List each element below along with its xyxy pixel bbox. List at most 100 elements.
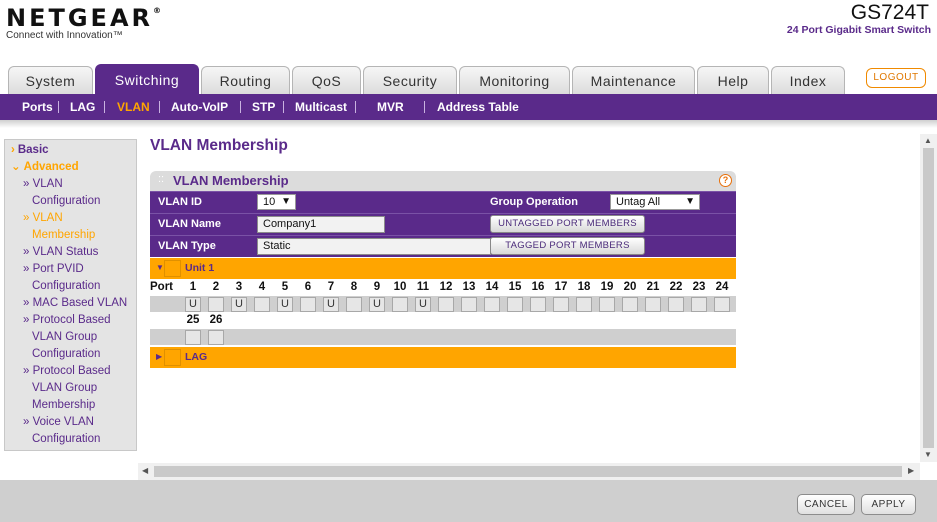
port-membership-cell[interactable]: U [231,297,247,312]
unit-1-bar[interactable]: ▼ Unit 1 [150,258,736,279]
port-membership-cell[interactable] [553,297,569,312]
tab-maintenance[interactable]: Maintenance [572,66,695,94]
menu-protocol-vlan-group-config[interactable]: » Protocol Based [5,312,138,329]
untagged-port-members-button[interactable]: UNTAGGED PORT MEMBERS [490,215,645,233]
tab-monitoring[interactable]: Monitoring [459,66,570,94]
port-membership-cell[interactable] [530,297,546,312]
help-icon[interactable]: ? [719,174,732,187]
subnav-ports[interactable]: Ports [22,94,53,120]
model-name: GS724T [850,1,929,24]
port-membership-cell[interactable] [691,297,707,312]
lag-checkbox[interactable] [164,349,181,366]
port-membership-cell[interactable] [484,297,500,312]
port-membership-cell[interactable] [714,297,730,312]
port-membership-cell[interactable] [392,297,408,312]
horizontal-scroll-thumb[interactable] [154,466,902,477]
port-number-label: 12 [439,281,453,293]
menu-protocol-vlan-group-config-line3[interactable]: Configuration [5,346,138,363]
menu-advanced[interactable]: ⌄ Advanced [5,159,138,176]
tab-security[interactable]: Security [363,66,457,94]
subnav-stp[interactable]: STP [252,94,275,120]
menu-vlan-status[interactable]: » VLAN Status [5,244,138,261]
vlan-name-input[interactable]: Company1 [257,216,385,233]
port-membership-cell[interactable] [254,297,270,312]
subnav-auto-voip[interactable]: Auto-VoIP [171,94,228,120]
menu-protocol-vlan-group-config-line2[interactable]: VLAN Group [5,329,138,346]
vertical-scrollbar[interactable]: ▲ ▼ [920,134,937,462]
port-membership-cell[interactable] [208,330,224,345]
port-membership-cell[interactable]: U [323,297,339,312]
port-number-label: 6 [304,281,312,293]
menu-vlan-configuration[interactable]: » VLAN [5,176,138,193]
menu-protocol-vlan-group-membership[interactable]: » Protocol Based [5,363,138,380]
port-membership-cell[interactable] [346,297,362,312]
tab-index[interactable]: Index [771,66,845,94]
tab-system[interactable]: System [8,66,93,94]
menu-voice-vlan-configuration[interactable]: » Voice VLAN [5,414,138,431]
scroll-down-icon[interactable]: ▼ [924,450,932,459]
port-membership-cell[interactable] [300,297,316,312]
group-operation-label: Group Operation [490,196,578,208]
chevron-right-icon: › [11,144,15,156]
port-membership-cell[interactable] [208,297,224,312]
vlan-id-row: VLAN ID 10 ▼ Group Operation Untag All ▼ [150,191,736,213]
subnav-shadow [0,120,937,128]
port-membership-cell[interactable]: U [185,297,201,312]
port-membership-cell[interactable]: U [369,297,385,312]
port-number-label: 16 [531,281,545,293]
menu-mac-based-vlan[interactable]: » MAC Based VLAN [5,295,138,312]
port-membership-cell[interactable] [438,297,454,312]
expand-arrow-icon: ▼ [156,263,164,272]
tagged-port-members-button[interactable]: TAGGED PORT MEMBERS [490,237,645,255]
subnav-lag[interactable]: LAG [70,94,95,120]
header: NETGEAR® Connect with Innovation™ GS724T… [0,0,937,62]
tab-help[interactable]: Help [697,66,769,94]
panel-title: VLAN Membership [173,173,289,188]
menu-vlan-configuration-line2[interactable]: Configuration [5,193,138,210]
port-number-label: 26 [209,314,223,326]
menu-port-pvid-configuration-line2[interactable]: Configuration [5,278,138,295]
unit-checkbox[interactable] [164,260,181,277]
horizontal-scrollbar[interactable]: ◀ ▶ [138,463,920,480]
port-number-label: 21 [646,281,660,293]
vlan-id-select[interactable]: 10 ▼ [257,194,296,210]
port-number-label: 24 [715,281,729,293]
menu-voice-vlan-configuration-line2[interactable]: Configuration [5,431,138,448]
scroll-right-icon[interactable]: ▶ [908,466,914,475]
lag-bar[interactable]: ▶ LAG [150,347,736,368]
port-membership-cell[interactable] [576,297,592,312]
vertical-scroll-thumb[interactable] [923,148,934,448]
port-membership-cell[interactable] [185,330,201,345]
subnav-mvr[interactable]: MVR [377,94,404,120]
scroll-up-icon[interactable]: ▲ [924,136,932,145]
tab-switching[interactable]: Switching [95,64,199,94]
tab-qos[interactable]: QoS [292,66,361,94]
logout-button[interactable]: LOGOUT [866,68,926,88]
subnav-vlan[interactable]: VLAN [117,94,150,120]
port-membership-cell[interactable] [599,297,615,312]
apply-button[interactable]: APPLY [861,494,916,515]
port-membership-cell[interactable] [645,297,661,312]
tagline: Connect with Innovation™ [6,30,123,41]
port-number-label: 9 [373,281,381,293]
menu-protocol-vlan-group-membership-line3[interactable]: Membership [5,397,138,414]
port-membership-cell[interactable] [668,297,684,312]
expand-arrow-icon: ▶ [156,352,163,361]
group-operation-select[interactable]: Untag All ▼ [610,194,700,210]
port-membership-cell[interactable] [507,297,523,312]
tab-routing[interactable]: Routing [201,66,290,94]
menu-port-pvid-configuration[interactable]: » Port PVID [5,261,138,278]
subnav-address-table[interactable]: Address Table [437,94,519,120]
unit-label: Unit 1 [185,262,215,274]
subnav-multicast[interactable]: Multicast [295,94,347,120]
menu-vlan-membership[interactable]: » VLAN [5,210,138,227]
port-membership-cell[interactable]: U [277,297,293,312]
menu-vlan-membership-line2[interactable]: Membership [5,227,138,244]
port-membership-cell[interactable] [461,297,477,312]
cancel-button[interactable]: CANCEL [797,494,855,515]
scroll-left-icon[interactable]: ◀ [142,466,148,475]
port-membership-cell[interactable]: U [415,297,431,312]
menu-protocol-vlan-group-membership-line2[interactable]: VLAN Group [5,380,138,397]
port-membership-cell[interactable] [622,297,638,312]
menu-basic[interactable]: › Basic [5,142,138,159]
